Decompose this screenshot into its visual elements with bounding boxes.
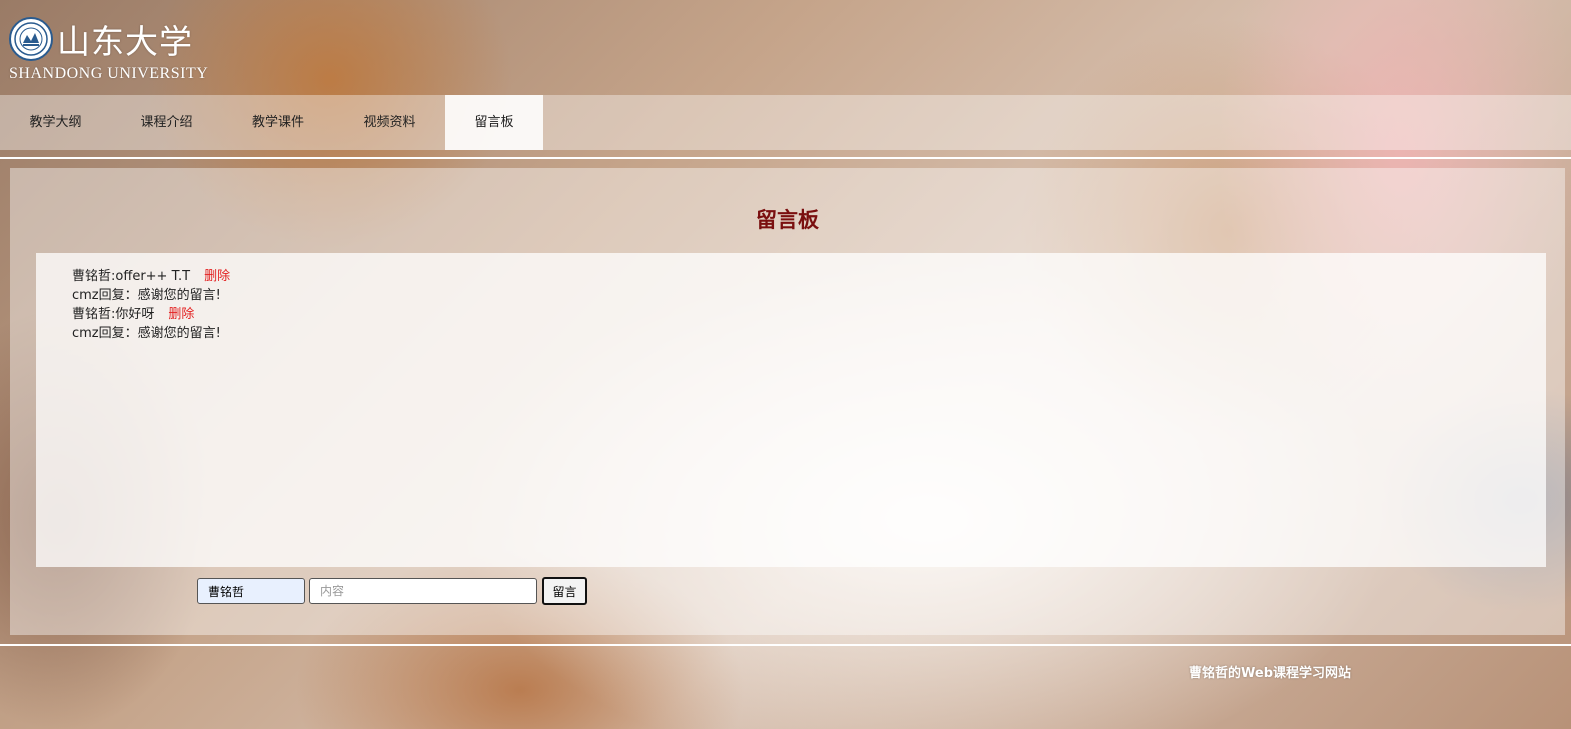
university-emblem-icon — [9, 17, 53, 61]
message-board-panel: 留言板 曹铭哲:offer++ T.T 删除 cmz回复：感谢您的留言! 曹铭哲:… — [10, 168, 1565, 635]
message-author: 曹铭哲 — [72, 307, 112, 322]
main-nav: 教学大纲 课程介绍 教学课件 视频资料 留言板 — [0, 95, 1571, 150]
message-list: 曹铭哲:offer++ T.T 删除 cmz回复：感谢您的留言! 曹铭哲:你好呀删… — [72, 267, 230, 343]
message-list-box: 曹铭哲:offer++ T.T 删除 cmz回复：感谢您的留言! 曹铭哲:你好呀删… — [36, 253, 1546, 567]
footer-text: 曹铭哲的Web课程学习网站 — [1189, 666, 1351, 681]
nav-item-courseware[interactable]: 教学课件 — [222, 95, 334, 150]
delete-link[interactable]: 删除 — [168, 307, 194, 322]
divider-bottom — [0, 644, 1571, 646]
nav-item-videos[interactable]: 视频资料 — [334, 95, 445, 150]
page-title: 留言板 — [756, 208, 819, 232]
nav-item-course-intro[interactable]: 课程介绍 — [111, 95, 222, 150]
message-form: 留言 — [197, 577, 587, 605]
logo-title-en: SHANDONG UNIVERSITY — [9, 65, 209, 82]
name-input[interactable] — [197, 578, 305, 604]
content-input[interactable] — [309, 578, 537, 604]
nav-item-message-board[interactable]: 留言板 — [445, 95, 543, 150]
list-item: 曹铭哲:offer++ T.T 删除 — [72, 269, 231, 284]
delete-link[interactable]: 删除 — [204, 269, 230, 284]
reply-item: cmz回复：感谢您的留言! — [72, 288, 221, 303]
logo[interactable]: 山东大学 — [9, 15, 193, 63]
site-header: 山东大学 SHANDONG UNIVERSITY — [0, 0, 1571, 95]
divider-top — [0, 157, 1571, 159]
reply-item: cmz回复：感谢您的留言! — [72, 326, 221, 341]
list-item: 曹铭哲:你好呀 删除 — [72, 307, 195, 322]
submit-message-button[interactable]: 留言 — [542, 577, 587, 605]
message-text: offer++ T.T — [115, 269, 191, 284]
logo-title-cn: 山东大学 — [57, 22, 193, 61]
nav-item-syllabus[interactable]: 教学大纲 — [0, 95, 111, 150]
message-author: 曹铭哲 — [72, 269, 112, 284]
message-text: 你好呀 — [115, 307, 155, 322]
